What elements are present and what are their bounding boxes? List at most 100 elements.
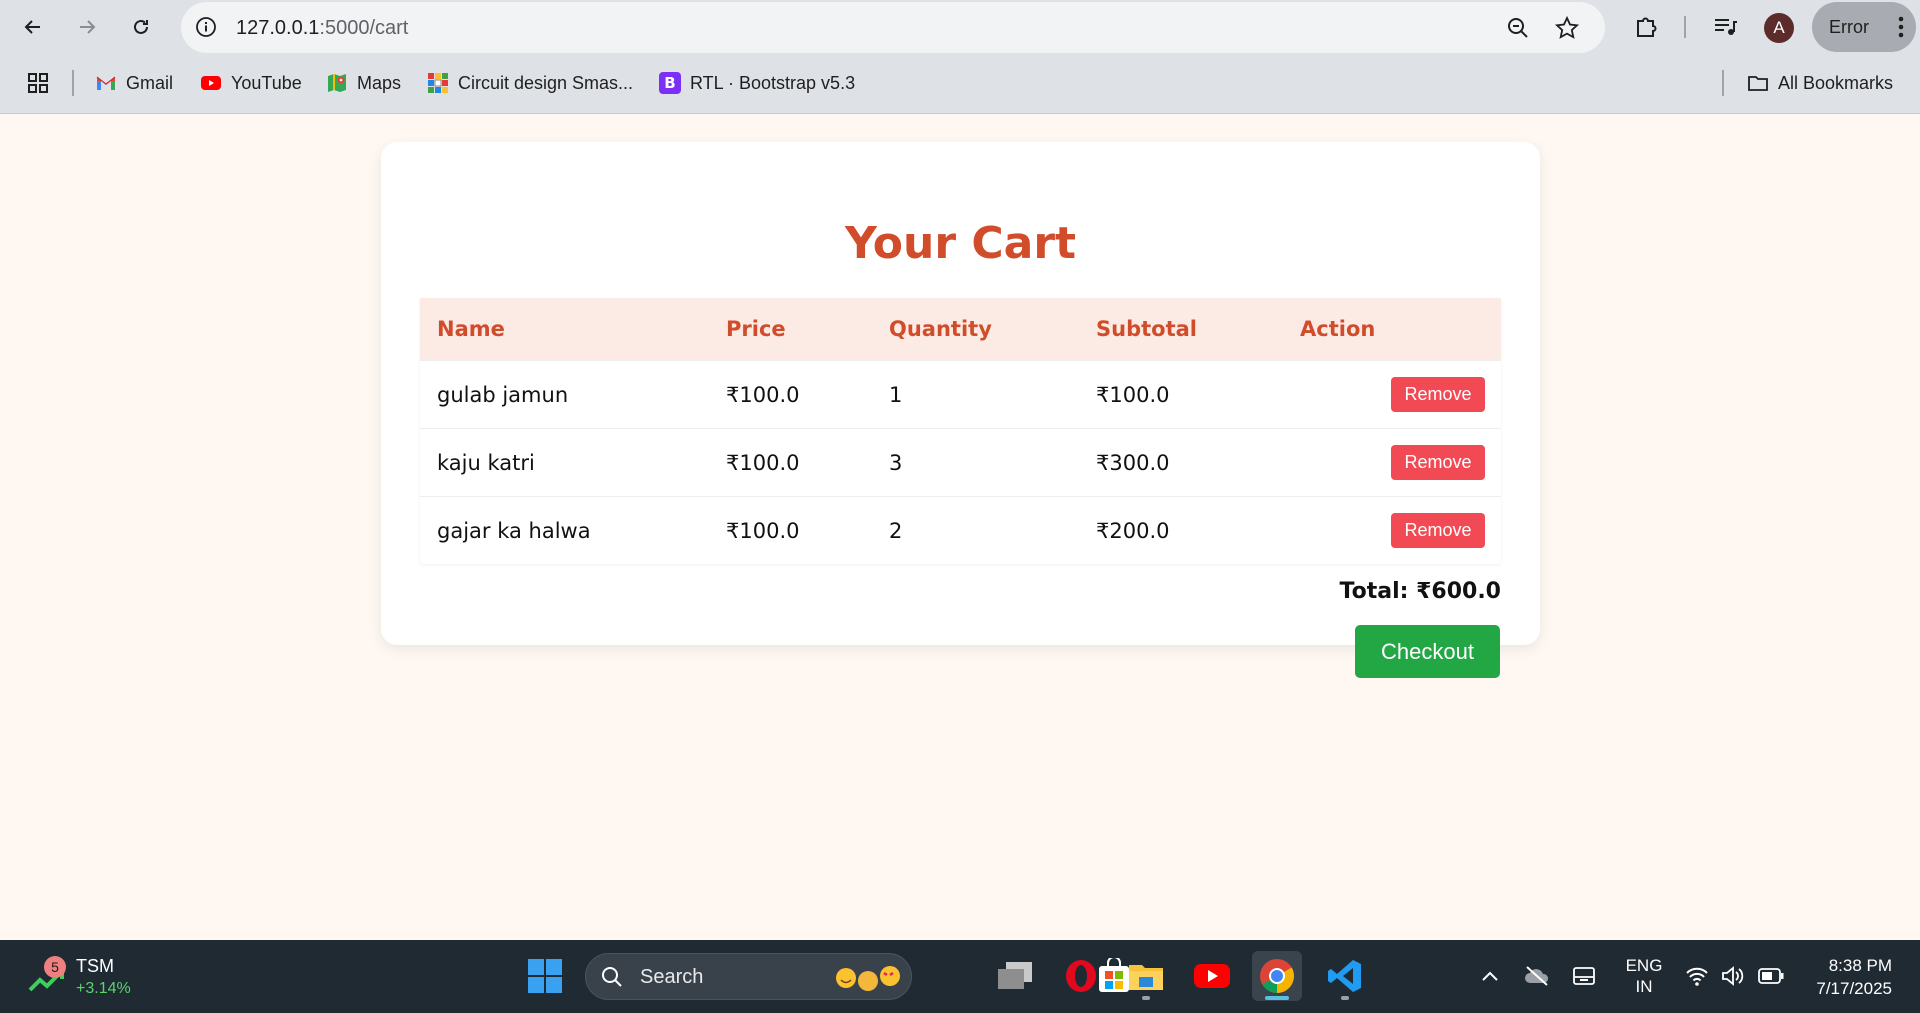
onedrive-cloud-icon[interactable] xyxy=(1523,964,1551,988)
all-bookmarks-label: All Bookmarks xyxy=(1778,72,1894,93)
bookmark-circuit-design[interactable]: Circuit design Smas... xyxy=(427,70,633,96)
active-indicator xyxy=(1265,996,1289,1000)
taskbar-search[interactable]: Search xyxy=(585,953,912,1000)
cart-table: Name Price Quantity Subtotal Action gula… xyxy=(420,298,1501,564)
forward-button[interactable] xyxy=(70,10,104,44)
page-title: Your Cart xyxy=(844,218,1077,269)
table-header: Name Price Quantity Subtotal Action xyxy=(420,298,1501,360)
bookmark-youtube[interactable]: YouTube xyxy=(200,70,302,96)
youtube-icon xyxy=(1194,964,1230,988)
error-menu-button[interactable]: Error xyxy=(1812,2,1916,52)
item-price: ₹100.0 xyxy=(726,383,800,407)
folder-icon xyxy=(1748,76,1768,91)
item-subtotal: ₹100.0 xyxy=(1096,383,1170,407)
bookmark-label: Gmail xyxy=(126,72,174,93)
language-indicator[interactable]: ENG IN xyxy=(1622,955,1666,997)
running-indicator xyxy=(1341,996,1349,1000)
browser-toolbar: 127.0.0.1:5000/cart A Error xyxy=(0,0,1920,55)
taskbar-file-explorer[interactable] xyxy=(1121,951,1171,1001)
taskbar-youtube[interactable] xyxy=(1187,951,1237,1001)
running-indicator xyxy=(1142,996,1150,1000)
remove-button[interactable]: Remove xyxy=(1391,377,1485,412)
url-text[interactable]: 127.0.0.1:5000/cart xyxy=(236,17,408,40)
bookmark-star-icon[interactable] xyxy=(1554,15,1580,41)
item-name: gajar ka halwa xyxy=(437,519,591,543)
taskbar-vscode[interactable] xyxy=(1320,951,1370,1001)
remove-button[interactable]: Remove xyxy=(1391,445,1485,480)
task-view-icon xyxy=(998,962,1032,989)
all-bookmarks-button[interactable]: All Bookmarks xyxy=(1747,70,1893,96)
stock-widget[interactable]: 5 TSM +3.14% xyxy=(28,954,148,1000)
forward-arrow-icon xyxy=(80,20,96,34)
language-code: ENG xyxy=(1625,956,1663,975)
apps-grid-icon xyxy=(28,73,48,93)
stock-change: +3.14% xyxy=(76,980,131,997)
remove-button[interactable]: Remove xyxy=(1391,513,1485,548)
table-row: gajar ka halwa ₹100.0 2 ₹200.0 Remove xyxy=(420,496,1501,564)
url-path: :5000/cart xyxy=(319,17,409,39)
item-subtotal: ₹300.0 xyxy=(1096,451,1170,475)
cart-card: Your Cart Name Price Quantity Subtotal A… xyxy=(381,142,1540,645)
chevron-up-icon[interactable] xyxy=(1478,965,1502,989)
gmail-icon xyxy=(96,76,116,90)
profile-avatar[interactable]: A xyxy=(1764,13,1794,43)
system-clock[interactable]: 8:38 PM 7/17/2025 xyxy=(1800,954,1892,1000)
bookmark-maps[interactable]: Maps xyxy=(326,70,401,96)
item-price: ₹100.0 xyxy=(726,519,800,543)
kebab-menu-icon xyxy=(1898,16,1904,38)
checkout-button[interactable]: Checkout xyxy=(1355,625,1500,678)
reload-icon xyxy=(134,19,148,34)
file-explorer-icon xyxy=(1129,965,1163,990)
bookmark-label: RTL · Bootstrap v5.3 xyxy=(690,72,856,93)
reload-button[interactable] xyxy=(124,10,158,44)
windows-taskbar: 5 TSM +3.14% Search ENG IN 8:38 PM 7/17/… xyxy=(0,940,1920,1013)
clock-time: 8:38 PM xyxy=(1828,956,1892,975)
svg-text:B: B xyxy=(664,74,675,92)
volume-icon[interactable] xyxy=(1720,964,1746,988)
toolbar-divider xyxy=(1684,16,1686,38)
windows-logo-icon xyxy=(528,959,562,993)
circuit-icon xyxy=(428,73,448,93)
chrome-icon xyxy=(1260,959,1294,993)
bookmark-gmail[interactable]: Gmail xyxy=(95,70,173,96)
back-arrow-icon xyxy=(24,20,40,34)
vscode-icon xyxy=(1328,960,1361,992)
item-subtotal: ₹200.0 xyxy=(1096,519,1170,543)
url-host: 127.0.0.1 xyxy=(236,17,320,39)
bookmark-bootstrap[interactable]: B RTL · Bootstrap v5.3 xyxy=(659,70,855,96)
start-button[interactable] xyxy=(520,951,570,1001)
stock-symbol: TSM xyxy=(76,956,114,976)
search-icon xyxy=(602,967,622,987)
maps-icon xyxy=(328,74,346,92)
emoji-decoration-icon xyxy=(836,966,900,991)
item-name: kaju katri xyxy=(437,451,535,475)
bookmark-divider xyxy=(72,70,74,96)
tablet-mode-icon[interactable] xyxy=(1572,965,1596,987)
column-header-subtotal: Subtotal xyxy=(1096,317,1197,341)
zoom-icon[interactable] xyxy=(1506,16,1530,40)
item-price: ₹100.0 xyxy=(726,451,800,475)
region-code: IN xyxy=(1635,977,1653,996)
extensions-icon[interactable] xyxy=(1632,13,1660,41)
back-button[interactable] xyxy=(16,10,50,44)
column-header-quantity: Quantity xyxy=(889,317,992,341)
taskbar-opera[interactable] xyxy=(1056,951,1106,1001)
site-info-icon[interactable] xyxy=(195,16,217,38)
item-name: gulab jamun xyxy=(437,383,569,407)
column-header-action: Action xyxy=(1300,317,1376,341)
browser-chrome: 127.0.0.1:5000/cart A Error Gmail YouTub… xyxy=(0,0,1920,114)
error-label: Error xyxy=(1829,16,1869,37)
notification-badge: 5 xyxy=(44,956,66,978)
bootstrap-icon: B xyxy=(659,72,681,94)
taskbar-chrome[interactable] xyxy=(1252,951,1302,1001)
address-bar[interactable]: 127.0.0.1:5000/cart xyxy=(181,2,1605,53)
bookmark-label: YouTube xyxy=(231,72,302,93)
cart-total: Total: ₹600.0 xyxy=(1339,579,1501,604)
battery-icon[interactable] xyxy=(1757,966,1785,986)
clock-date: 7/17/2025 xyxy=(1816,979,1892,998)
media-control-icon[interactable] xyxy=(1711,13,1739,41)
taskbar-task-view[interactable] xyxy=(990,951,1040,1001)
wifi-icon[interactable] xyxy=(1685,965,1709,987)
apps-button[interactable] xyxy=(27,70,49,96)
bookmarks-bar: Gmail YouTube Maps Circuit design Smas..… xyxy=(0,60,1920,105)
